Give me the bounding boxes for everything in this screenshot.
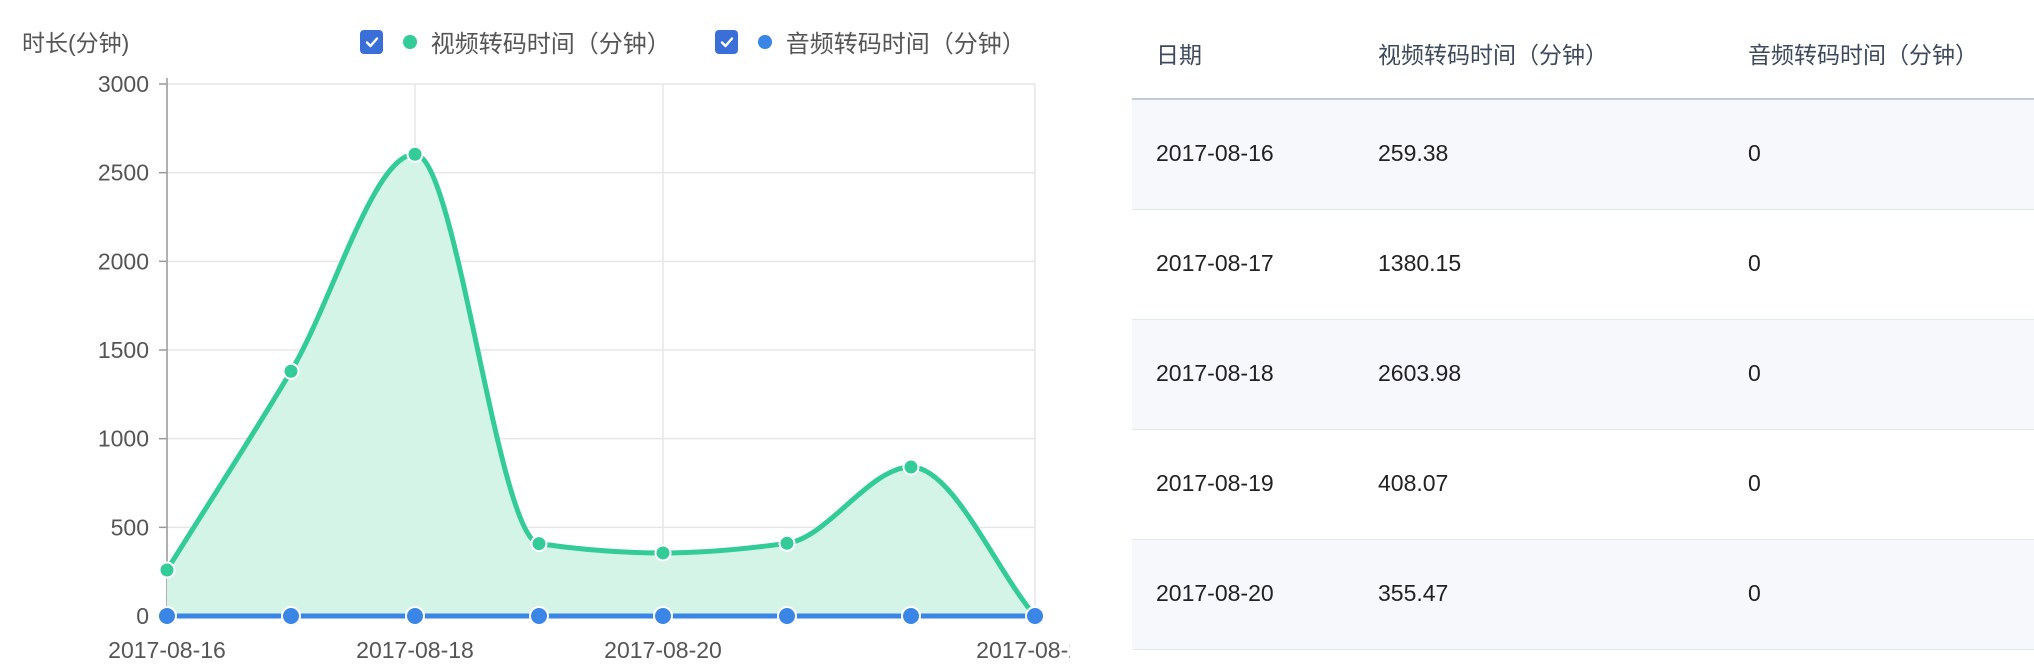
column-header-video[interactable]: 视频转码时间（分钟） xyxy=(1378,36,1608,70)
data-point-1 xyxy=(157,606,177,626)
line-chart: 0 500 1000 1500 2000 2500 3000 2017-08-16 2017-0… xyxy=(98,71,1070,663)
data-point-0 xyxy=(282,362,300,380)
cell-video: 408.07 xyxy=(1378,470,1449,496)
data-point-0 xyxy=(778,534,796,552)
cell-video: 1380.15 xyxy=(1378,250,1462,276)
cell-date: 2017-08-16 xyxy=(1156,140,1274,166)
data-point-0 xyxy=(654,544,672,562)
y-tick-label: 2500 xyxy=(98,160,149,186)
data-point-1 xyxy=(529,606,549,626)
column-header-audio[interactable]: 音频转码时间（分钟） xyxy=(1748,36,1978,70)
cell-audio: 0 xyxy=(1748,470,1761,496)
cell-video: 2603.98 xyxy=(1378,360,1462,386)
data-point-0 xyxy=(158,561,176,579)
y-tick-label: 1000 xyxy=(98,426,149,452)
cell-audio: 0 xyxy=(1748,140,1761,166)
data-table: 日期 视频转码时间（分钟） 音频转码时间（分钟） 2017-08-16 259.… xyxy=(1132,0,2034,672)
data-point-1 xyxy=(653,606,673,626)
data-point-1 xyxy=(777,606,797,626)
column-header-date[interactable]: 日期 xyxy=(1156,36,1202,70)
series-area-0 xyxy=(167,154,1035,616)
data-point-1 xyxy=(1025,606,1045,626)
table-row: 2017-08-20 355.47 0 xyxy=(1132,540,2034,650)
cell-audio: 0 xyxy=(1748,250,1761,276)
chart-panel: 时长(分钟) 视频转码时间（分钟） 音频转码时间（分钟） 0 500 1000 150… xyxy=(0,0,1070,672)
y-tick-label: 1500 xyxy=(98,337,149,363)
table-row: 2017-08-18 2603.98 0 xyxy=(1132,320,2034,430)
data-point-1 xyxy=(281,606,301,626)
cell-video: 355.47 xyxy=(1378,580,1449,606)
x-tick-label: 2017-08-20 xyxy=(604,637,722,663)
data-point-0 xyxy=(530,535,548,553)
y-tick-label: 2000 xyxy=(98,248,149,274)
cell-date: 2017-08-20 xyxy=(1156,580,1274,606)
cell-audio: 0 xyxy=(1748,360,1761,386)
table-row: 2017-08-19 408.07 0 xyxy=(1132,430,2034,540)
y-tick-label: 0 xyxy=(136,603,149,629)
data-point-1 xyxy=(901,606,921,626)
table-row: 2017-08-16 259.38 0 xyxy=(1132,100,2034,210)
table-row: 2017-08-17 1380.15 0 xyxy=(1132,210,2034,320)
cell-date: 2017-08-19 xyxy=(1156,470,1274,496)
data-point-0 xyxy=(902,458,920,476)
data-point-0 xyxy=(406,145,424,163)
x-tick-label: 2017-08-18 xyxy=(356,637,474,663)
x-tick-label: 2017-08-23 xyxy=(976,637,1070,663)
data-point-1 xyxy=(405,606,425,626)
cell-audio: 0 xyxy=(1748,580,1761,606)
x-tick-label: 2017-08-16 xyxy=(108,637,226,663)
cell-date: 2017-08-17 xyxy=(1156,250,1274,276)
cell-date: 2017-08-18 xyxy=(1156,360,1274,386)
y-tick-label: 500 xyxy=(111,514,149,540)
y-tick-label: 3000 xyxy=(98,71,149,97)
table-header: 日期 视频转码时间（分钟） 音频转码时间（分钟） xyxy=(1132,0,2034,100)
cell-video: 259.38 xyxy=(1378,140,1449,166)
